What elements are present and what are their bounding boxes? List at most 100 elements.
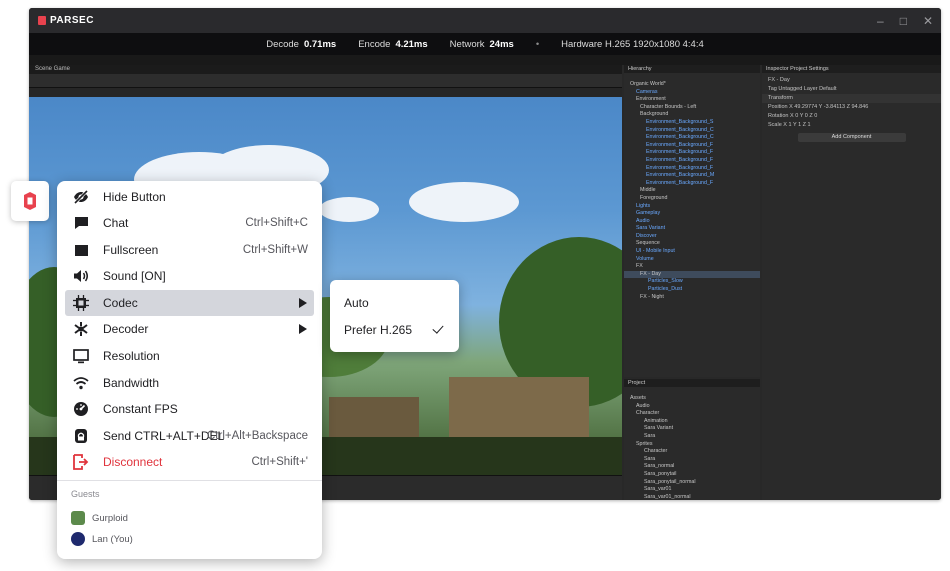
inspector-object-name[interactable]: FX - Day	[762, 76, 941, 85]
menu-item-bandwidth[interactable]: Bandwidth	[65, 370, 314, 396]
hierarchy-item[interactable]: FX	[624, 263, 760, 271]
project-item[interactable]: Sara_normal	[624, 463, 760, 471]
hierarchy-item[interactable]: Environment_Background_M	[624, 172, 760, 180]
hierarchy-item[interactable]: Environment_Background_F	[624, 165, 760, 173]
parsec-logo-icon	[24, 192, 36, 210]
project-item[interactable]: Assets	[624, 395, 760, 403]
hardware-stat: Hardware H.265 1920x1080 4:4:4	[561, 38, 704, 50]
cloud	[409, 182, 519, 222]
gauge-icon	[73, 401, 89, 417]
project-list: Assets Audio Character Animation Sara Varian…	[624, 395, 760, 500]
hierarchy-tab[interactable]: Hierarchy	[624, 65, 760, 73]
hierarchy-item[interactable]: Organic World*	[624, 81, 760, 89]
hierarchy-item[interactable]: Sara Variant	[624, 225, 760, 233]
inspector-scale[interactable]: Scale X 1 Y 1 Z 1	[762, 121, 941, 130]
guest-item[interactable]: Lan (You)	[71, 532, 133, 546]
hierarchy-list: Organic World* Cameras Environment Characte…	[624, 81, 760, 301]
project-item[interactable]: Sara_var01_normal	[624, 494, 760, 500]
hierarchy-item[interactable]: Background	[624, 111, 760, 119]
guest-item[interactable]: Gurploid	[71, 511, 128, 525]
hierarchy-item[interactable]: Lights	[624, 203, 760, 211]
close-button[interactable]: ✕	[923, 14, 933, 28]
inspector-position[interactable]: Position X 49.29774 Y -3.84113 Z 94.846	[762, 103, 941, 112]
wifi-icon	[73, 375, 89, 391]
menu-item-chat[interactable]: Chat Ctrl+Shift+C	[65, 210, 314, 236]
menu-item-label: Chat	[103, 216, 129, 230]
maximize-button[interactable]: □	[900, 14, 907, 28]
hierarchy-item[interactable]: Particles_Dust	[624, 286, 760, 294]
project-item[interactable]: Animation	[624, 418, 760, 426]
menu-item-disconnect[interactable]: Disconnect Ctrl+Shift+'	[65, 449, 314, 475]
project-item[interactable]: Sara Variant	[624, 425, 760, 433]
checkmark-icon	[432, 322, 444, 334]
project-item[interactable]: Sara	[624, 456, 760, 464]
menu-item-label: Sound [ON]	[103, 269, 166, 283]
inspector-tag-row[interactable]: Tag Untagged Layer Default	[762, 85, 941, 94]
hierarchy-item[interactable]: Particles_Slow	[624, 278, 760, 286]
menu-item-fullscreen[interactable]: Fullscreen Ctrl+Shift+W	[65, 237, 314, 263]
menu-item-label: Fullscreen	[103, 243, 159, 257]
menu-item-send-ctrl-alt-del[interactable]: Send CTRL+ALT+DEL Ctrl+Alt+Backspace	[65, 423, 314, 449]
hierarchy-item[interactable]: Environment	[624, 96, 760, 104]
parsec-logo-icon	[38, 16, 46, 25]
menu-divider	[57, 480, 322, 481]
project-item[interactable]: Character	[624, 410, 760, 418]
project-item[interactable]: Sara_ponytail	[624, 471, 760, 479]
submenu-arrow-icon	[299, 324, 307, 334]
project-tab[interactable]: Project	[624, 379, 760, 387]
codec-option-prefer-h265[interactable]: Prefer H.265	[344, 323, 412, 337]
project-item[interactable]: Character	[624, 448, 760, 456]
hierarchy-item[interactable]: Gameplay	[624, 210, 760, 218]
hierarchy-item[interactable]: Environment_Background_C	[624, 134, 760, 142]
minimize-button[interactable]: –	[877, 14, 884, 28]
hierarchy-item[interactable]: Environment_Background_S	[624, 119, 760, 127]
game-controls	[29, 74, 622, 88]
project-item[interactable]: Audio	[624, 403, 760, 411]
project-item[interactable]: Sara	[624, 433, 760, 441]
hierarchy-item[interactable]: Audio	[624, 218, 760, 226]
menu-item-codec[interactable]: Codec	[65, 290, 314, 316]
hierarchy-item[interactable]: UI - Mobile Input	[624, 248, 760, 256]
menu-item-resolution[interactable]: Resolution	[65, 343, 314, 369]
hierarchy-item[interactable]: Environment_Background_F	[624, 149, 760, 157]
parsec-menu-button[interactable]	[11, 181, 49, 221]
hierarchy-item[interactable]: Foreground	[624, 195, 760, 203]
menu-item-sound[interactable]: Sound [ON]	[65, 263, 314, 289]
hierarchy-item[interactable]: Environment_Background_F	[624, 180, 760, 188]
menu-item-decoder[interactable]: Decoder	[65, 316, 314, 342]
inspector-rotation[interactable]: Rotation X 0 Y 0 Z 0	[762, 112, 941, 121]
menu-item-constant-fps[interactable]: Constant FPS	[65, 396, 314, 422]
decode-stat: Decode 0.71ms	[266, 38, 337, 50]
guest-name: Gurploid	[92, 512, 128, 524]
hierarchy-item[interactable]: Environment_Background_F	[624, 142, 760, 150]
hierarchy-item[interactable]: Character Bounds - Left	[624, 104, 760, 112]
hierarchy-item[interactable]: FX - Night	[624, 294, 760, 302]
hierarchy-item[interactable]: Middle	[624, 187, 760, 195]
project-item[interactable]: Sara_ponytail_normal	[624, 479, 760, 487]
project-item[interactable]: Sprites	[624, 441, 760, 449]
hierarchy-item[interactable]: Sequence	[624, 240, 760, 248]
hierarchy-item[interactable]: Cameras	[624, 89, 760, 97]
menu-item-shortcut: Ctrl+Shift+C	[245, 217, 308, 229]
inspector-tab[interactable]: Inspector Project Settings	[762, 65, 941, 73]
avatar	[71, 511, 85, 525]
hierarchy-panel: Hierarchy Organic World* Cameras Environme…	[624, 65, 760, 377]
menu-item-shortcut: Ctrl+Alt+Backspace	[207, 430, 308, 442]
inspector-panel: Inspector Project Settings FX - Day Tag …	[762, 65, 941, 500]
inspector-component[interactable]: Transform	[762, 94, 941, 103]
codec-option-auto[interactable]: Auto	[344, 296, 369, 310]
hierarchy-item[interactable]: Discover	[624, 233, 760, 241]
hierarchy-item[interactable]: FX - Day	[624, 270, 760, 279]
encode-stat: Encode 4.21ms	[358, 38, 428, 50]
project-item[interactable]: Sara_var01	[624, 486, 760, 494]
hierarchy-item[interactable]: Environment_Background_C	[624, 127, 760, 135]
menu-item-hide-button[interactable]: Hide Button	[65, 184, 314, 210]
hierarchy-item[interactable]: Environment_Background_F	[624, 157, 760, 165]
add-component-button[interactable]: Add Component	[797, 133, 906, 142]
menu-item-shortcut: Ctrl+Shift+W	[242, 244, 308, 256]
lock-icon	[73, 428, 89, 444]
game-tabs[interactable]: Scene Game	[29, 65, 622, 74]
cloud	[319, 197, 379, 222]
hierarchy-item[interactable]: Volume	[624, 256, 760, 264]
menu-item-label: Bandwidth	[103, 376, 160, 390]
